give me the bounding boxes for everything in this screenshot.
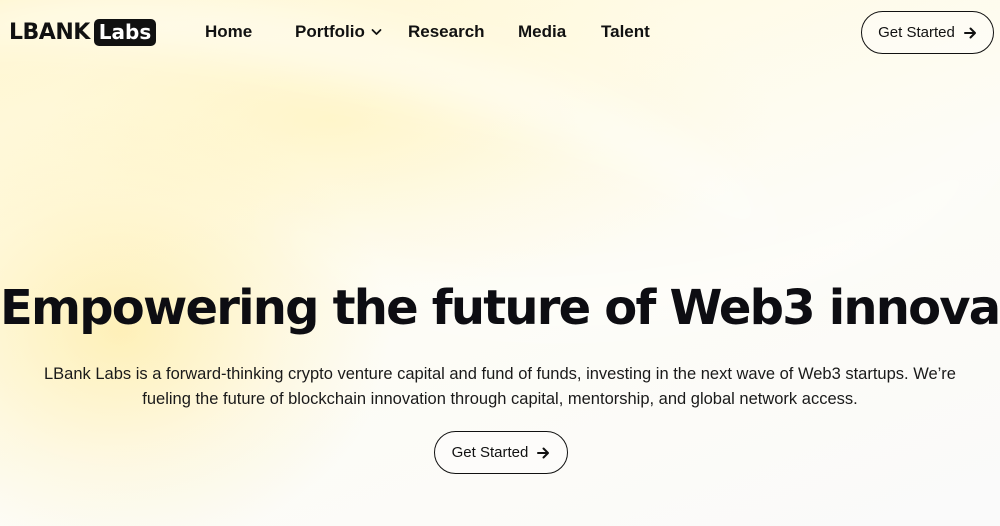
nav-item-label: Portfolio — [295, 22, 365, 41]
brand-logo[interactable]: LBANK Labs — [9, 18, 157, 46]
hero-description-line: fueling the future of blockchain innovat… — [142, 390, 858, 408]
landing-page: LBANK Labs Home Portfolio Research Media… — [0, 0, 1000, 526]
logo-labs-badge: Labs — [93, 18, 157, 46]
nav-item-label: Home — [205, 22, 253, 41]
nav-item-label: Media — [518, 22, 567, 41]
button-label: Get Started — [451, 444, 529, 461]
arrow-right-icon — [963, 27, 977, 39]
arrow-right-icon — [537, 447, 550, 459]
nav-item-label: Talent — [601, 22, 650, 41]
hero-description-line: LBank Labs is a forward-thinking crypto … — [44, 365, 956, 383]
hero-get-started-button[interactable]: Get Started — [434, 431, 568, 474]
hero-title: Empowering the future of Web3 innovation… — [0, 280, 1000, 336]
hero-description: LBank Labs is a forward-thinking crypto … — [0, 362, 1000, 412]
nav-item-home[interactable]: Home — [205, 22, 252, 42]
nav-item-research[interactable]: Research — [408, 22, 485, 42]
nav-item-media[interactable]: Media — [518, 22, 566, 42]
nav-item-portfolio[interactable]: Portfolio — [295, 22, 382, 42]
site-header: LBANK Labs Home Portfolio Research Media… — [0, 0, 1000, 66]
button-label: Get Started — [878, 24, 955, 41]
nav-item-talent[interactable]: Talent — [601, 22, 650, 42]
chevron-down-icon — [371, 28, 382, 36]
nav-item-label: Research — [408, 22, 485, 41]
logo-wordmark: LBANK — [9, 19, 90, 45]
header-get-started-button[interactable]: Get Started — [861, 11, 994, 54]
